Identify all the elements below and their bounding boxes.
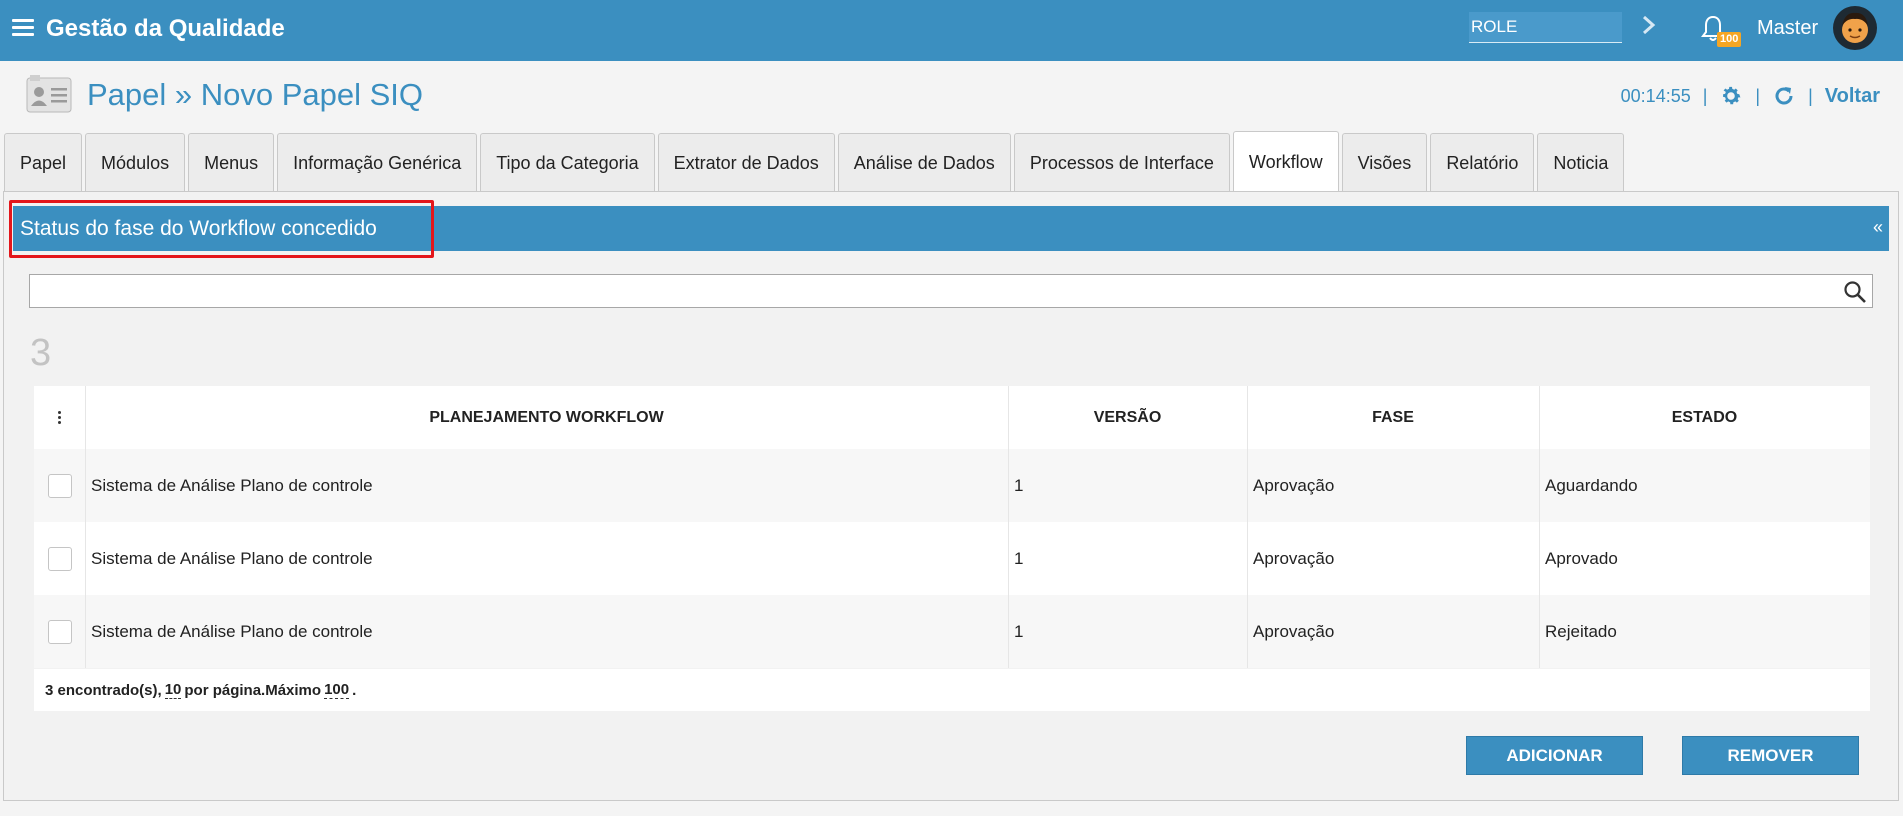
cell-planejamento: Sistema de Análise Plano de controle (91, 475, 373, 495)
column-divider (1008, 386, 1009, 449)
tab-bar: Papel Módulos Menus Informação Genérica … (4, 131, 1625, 191)
username[interactable]: Master (1757, 17, 1818, 40)
id-card-icon (26, 75, 72, 113)
tab-informacao-generica[interactable]: Informação Genérica (277, 133, 478, 191)
column-divider (85, 449, 86, 522)
separator: | (1755, 85, 1761, 106)
column-divider (1247, 386, 1248, 449)
notification-badge: 100 (1717, 32, 1742, 47)
highlight-box (9, 200, 434, 258)
row-checkbox[interactable] (47, 473, 72, 498)
found-count-text: 3 encontrado(s), (45, 681, 162, 699)
tab-processos-de-interface[interactable]: Processos de Interface (1013, 133, 1230, 191)
tab-tipo-da-categoria[interactable]: Tipo da Categoria (480, 133, 655, 191)
collapse-icon[interactable]: « (1873, 217, 1883, 238)
row-checkbox[interactable] (47, 546, 72, 571)
column-divider (1539, 522, 1540, 595)
per-page-selector[interactable]: 10 (164, 681, 182, 699)
refresh-icon[interactable] (1772, 84, 1796, 108)
separator: | (1702, 85, 1708, 106)
tab-analise-de-dados[interactable]: Análise de Dados (837, 133, 1011, 191)
table-row[interactable]: Sistema de Análise Plano de controle 1 A… (34, 595, 1870, 668)
tab-workflow[interactable]: Workflow (1232, 131, 1339, 191)
tab-visoes[interactable]: Visões (1341, 133, 1428, 191)
column-divider (1539, 386, 1540, 449)
kebab-menu-icon[interactable] (58, 411, 61, 424)
column-divider (1539, 595, 1540, 668)
cell-planejamento: Sistema de Análise Plano de controle (91, 621, 373, 641)
cell-estado: Rejeitado (1545, 621, 1617, 641)
gear-icon[interactable] (1719, 84, 1743, 108)
cell-estado: Aguardando (1545, 475, 1638, 495)
header-actions: 00:14:55 | | | Voltar (1621, 84, 1880, 108)
column-divider (1247, 449, 1248, 522)
session-timer: 00:14:55 (1620, 85, 1691, 106)
column-divider (1008, 595, 1009, 668)
row-select-cell (34, 449, 85, 522)
column-divider (85, 522, 86, 595)
column-divider (1539, 449, 1540, 522)
column-header-versao[interactable]: VERSÃO (1008, 386, 1247, 449)
search-input[interactable] (29, 274, 1873, 308)
table-row[interactable]: Sistema de Análise Plano de controle 1 A… (34, 522, 1870, 595)
column-divider (1008, 522, 1009, 595)
cell-versao: 1 (1014, 621, 1024, 641)
column-header-fase[interactable]: FASE (1247, 386, 1539, 449)
chevron-right-icon[interactable] (1641, 14, 1657, 36)
back-link[interactable]: Voltar (1825, 85, 1880, 108)
tab-menus[interactable]: Menus (188, 133, 275, 191)
app-title: Gestão da Qualidade (46, 15, 285, 42)
column-divider (85, 595, 86, 668)
cell-planejamento: Sistema de Análise Plano de controle (91, 548, 373, 568)
role-select-input[interactable] (1469, 12, 1622, 43)
column-divider (1247, 522, 1248, 595)
top-bar: Gestão da Qualidade 100 Master (0, 0, 1903, 61)
max-selector[interactable]: 100 (324, 681, 350, 699)
tab-relatorio[interactable]: Relatório (1430, 133, 1535, 191)
tab-extrator-de-dados[interactable]: Extrator de Dados (657, 133, 835, 191)
table-header-row: PLANEJAMENTO WORKFLOW VERSÃO FASE ESTADO (34, 386, 1870, 449)
tab-papel[interactable]: Papel (4, 133, 83, 191)
results-count: 3 (30, 332, 52, 374)
row-checkbox[interactable] (47, 619, 72, 644)
column-divider (1247, 595, 1248, 668)
hamburger-menu-icon[interactable] (12, 19, 34, 37)
table-row[interactable]: Sistema de Análise Plano de controle 1 A… (34, 449, 1870, 522)
cell-fase: Aprovação (1253, 621, 1335, 641)
footer-end: . (352, 681, 357, 699)
avatar[interactable] (1833, 6, 1877, 50)
column-options[interactable] (34, 386, 85, 449)
add-button[interactable]: ADICIONAR (1466, 736, 1643, 775)
cell-fase: Aprovação (1253, 475, 1335, 495)
page-title: Papel » Novo Papel SIQ (87, 77, 424, 112)
column-divider (1008, 449, 1009, 522)
tab-modulos[interactable]: Módulos (85, 133, 186, 191)
tab-noticia[interactable]: Noticia (1537, 133, 1625, 191)
cell-versao: 1 (1014, 475, 1024, 495)
row-select-cell (34, 522, 85, 595)
column-header-planejamento[interactable]: PLANEJAMENTO WORKFLOW (85, 386, 1008, 449)
cell-versao: 1 (1014, 548, 1024, 568)
column-header-estado[interactable]: ESTADO (1539, 386, 1870, 449)
remove-button[interactable]: REMOVER (1682, 736, 1859, 775)
per-page-text: por página.Máximo (184, 681, 322, 699)
row-select-cell (34, 595, 85, 668)
separator: | (1808, 85, 1813, 106)
cell-estado: Aprovado (1545, 548, 1618, 568)
column-divider (85, 386, 86, 449)
table-footer: 3 encontrado(s), 10 por página.Máximo 10… (34, 669, 1870, 711)
cell-fase: Aprovação (1253, 548, 1335, 568)
search-icon[interactable] (1843, 280, 1867, 304)
